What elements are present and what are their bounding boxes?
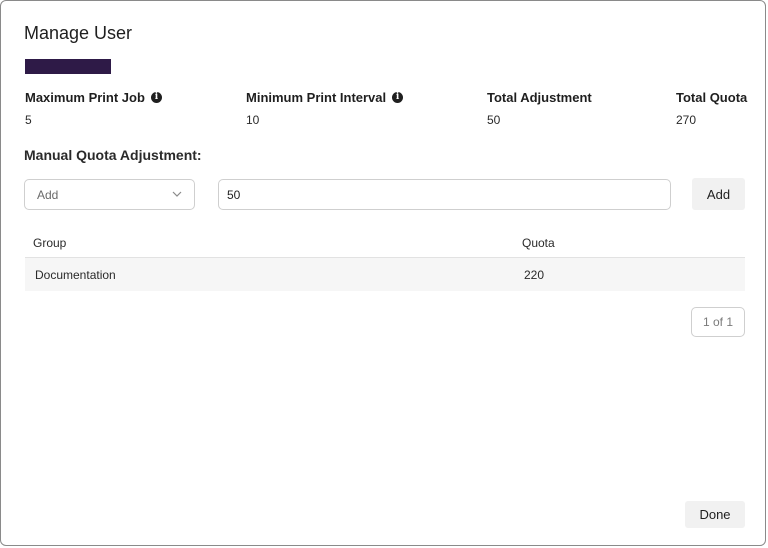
info-icon[interactable]: i xyxy=(150,92,162,103)
stat-value: 10 xyxy=(246,113,260,127)
stat-value: 50 xyxy=(487,113,501,127)
table-row[interactable]: Documentation 220 xyxy=(25,258,745,291)
stat-total-quota: Total Quota 270 xyxy=(676,90,747,127)
add-adjustment-button[interactable]: Add xyxy=(692,178,745,210)
manual-quota-adjustment-label: Manual Quota Adjustment: xyxy=(24,147,202,163)
done-button[interactable]: Done xyxy=(685,501,745,528)
stat-total-adjustment: Total Adjustment 50 xyxy=(487,90,592,127)
stat-value: 270 xyxy=(676,113,697,127)
stat-label: Minimum Print Interval xyxy=(246,90,387,105)
chevron-down-icon xyxy=(172,191,182,197)
redacted-username xyxy=(25,59,111,74)
row-quota: 220 xyxy=(524,268,545,282)
adjustment-amount-input[interactable] xyxy=(218,179,671,210)
dialog-title: Manage User xyxy=(24,23,133,43)
stat-minimum-print-interval: Minimum Print Interval i 10 xyxy=(246,90,404,127)
row-group: Documentation xyxy=(35,268,116,282)
column-header-group[interactable]: Group xyxy=(33,236,66,250)
pagination-indicator[interactable]: 1 of 1 xyxy=(691,307,745,337)
column-header-quota[interactable]: Quota xyxy=(522,236,555,250)
stat-label: Maximum Print Job xyxy=(25,90,145,105)
table-header: Group Quota xyxy=(25,231,745,258)
stat-maximum-print-job: Maximum Print Job i 5 xyxy=(25,90,162,127)
manage-user-dialog: Manage User Maximum Print Job i 5 Minimu… xyxy=(0,0,766,546)
info-icon[interactable]: i xyxy=(392,92,404,103)
adjustment-action-select[interactable]: Add xyxy=(24,179,195,210)
adjustment-action-selected: Add xyxy=(37,187,59,202)
stat-label: Total Quota xyxy=(676,90,748,105)
stat-value: 5 xyxy=(25,113,32,127)
stat-label: Total Adjustment xyxy=(487,90,592,105)
